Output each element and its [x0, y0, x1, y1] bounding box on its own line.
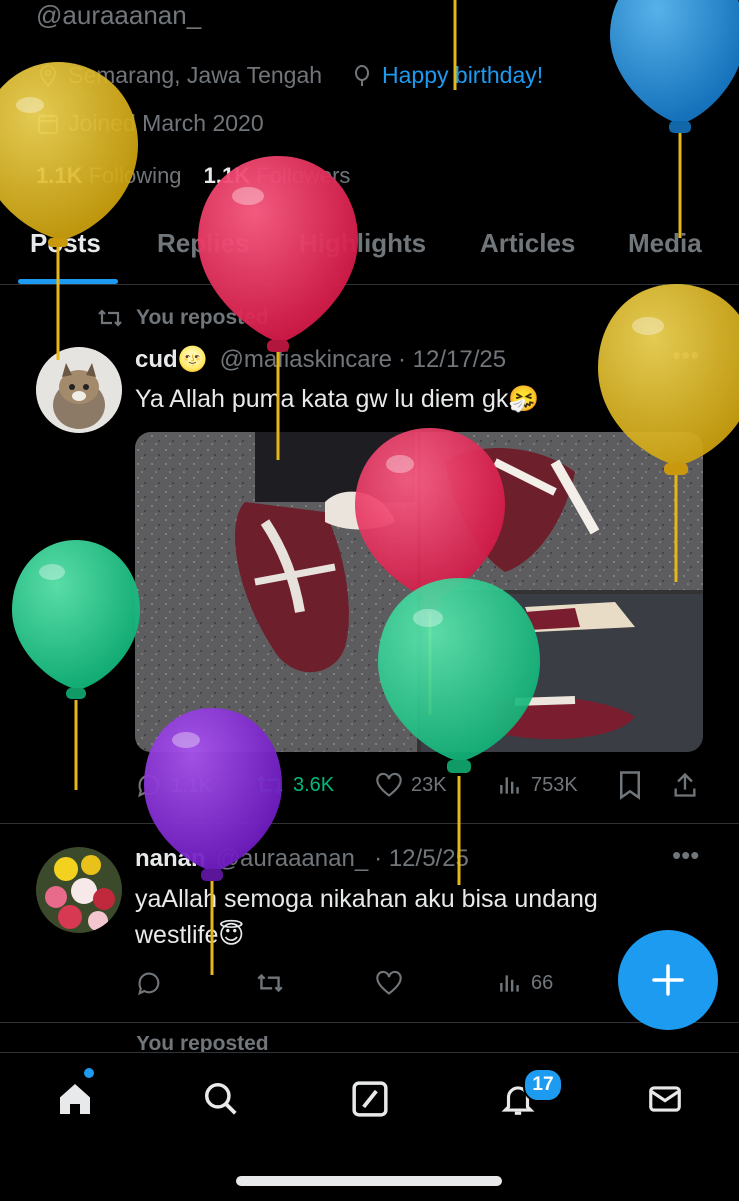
repost-button[interactable]: 3.6K [255, 772, 334, 798]
location-pin-icon [39, 64, 57, 88]
heart-icon [376, 970, 402, 995]
post-divider [0, 1022, 739, 1023]
more-icon[interactable]: ••• [672, 840, 699, 871]
next-post-repost-context: You reposted [96, 1036, 269, 1052]
grok-icon [352, 1081, 388, 1117]
heart-icon [376, 772, 402, 797]
active-tab-indicator [18, 279, 118, 284]
like-button[interactable]: 23K [375, 772, 447, 798]
reply-count: 1.1K [171, 774, 213, 797]
view-count: 753K [531, 773, 578, 796]
tab-articles[interactable]: Articles [480, 228, 575, 259]
nav-grok[interactable] [346, 1075, 394, 1123]
profile-location: Semarang, Jawa Tengah [36, 62, 322, 89]
reply-button[interactable]: 1.1K [135, 772, 212, 800]
avatar[interactable] [36, 847, 122, 933]
reply-icon [138, 774, 160, 798]
followers-link[interactable]: 1.1K Followers [204, 163, 351, 188]
reply-icon [138, 972, 160, 996]
profile-tabs: Posts Replies Highlights Articles Media [0, 220, 739, 285]
share-button[interactable] [671, 770, 699, 800]
post-media[interactable] [135, 432, 703, 752]
follow-stats: 1.1K Following 1.1K Followers [36, 163, 350, 189]
post-date[interactable]: · 12/5/25 [374, 845, 469, 873]
post-text-line-1: yaAllah semoga nikahan aku bisa undang [135, 885, 598, 913]
repost-label: You reposted [136, 306, 269, 329]
profile-handle: @auraaanan_ [36, 0, 202, 30]
more-icon[interactable]: ••• [672, 340, 699, 371]
next-post-repost-label: You reposted [136, 1036, 269, 1052]
mail-icon [649, 1086, 681, 1112]
balloon-icon [355, 64, 370, 86]
tab-posts[interactable]: Posts [30, 228, 101, 259]
reply-button[interactable] [135, 970, 163, 998]
view-count: 66 [531, 971, 554, 994]
post-text: yaAllah semoga nikahan aku bisa undang w… [135, 881, 695, 953]
compose-button[interactable] [618, 930, 718, 1030]
views-button[interactable]: 66 [497, 970, 553, 996]
author-name[interactable]: nanan [135, 845, 206, 873]
post-actions: 1.1K 3.6K 23K 753K [135, 768, 703, 804]
post-header: nanan @auraaanan_ · 12/5/25 [135, 845, 469, 873]
like-button[interactable] [375, 970, 403, 996]
post-date[interactable]: · 12/17/25 [398, 346, 506, 374]
joined-text: Joined March 2020 [68, 110, 264, 136]
views-icon [500, 777, 519, 794]
nav-home[interactable] [51, 1075, 99, 1123]
cat-avatar-image [36, 347, 122, 433]
tab-media[interactable]: Media [628, 228, 702, 259]
nav-messages[interactable] [641, 1075, 689, 1123]
repost-count: 3.6K [293, 773, 335, 796]
repost-icon [257, 775, 283, 795]
plus-icon [652, 964, 684, 996]
profile-birthday[interactable]: Happy birthday! [350, 62, 543, 89]
like-count: 23K [411, 773, 447, 796]
profile-meta-row-1: Semarang, Jawa Tengah Happy birthday! [36, 62, 543, 89]
calendar-icon [38, 113, 58, 134]
following-label: Following [88, 163, 182, 188]
repost-icon [98, 309, 122, 327]
author-name[interactable]: cud🌝 [135, 345, 208, 374]
repost-button[interactable] [255, 970, 285, 996]
shoe-photo-collage [135, 432, 703, 752]
repost-icon [257, 973, 283, 993]
flower-avatar-image [36, 847, 122, 933]
author-handle[interactable]: @mafiaskincare [220, 346, 392, 374]
following-link[interactable]: 1.1K Following [36, 163, 182, 188]
following-count: 1.1K [36, 163, 83, 188]
birthday-link[interactable]: Happy birthday! [382, 62, 543, 89]
home-unread-dot [84, 1068, 94, 1078]
tab-replies[interactable]: Replies [157, 228, 250, 259]
views-icon [500, 975, 519, 992]
balloon-green [12, 540, 140, 790]
post-text: Ya Allah puma kata gw lu diem gk🤧 [135, 385, 540, 413]
post-header: cud🌝 @mafiaskincare · 12/17/25 [135, 345, 506, 374]
search-icon [205, 1083, 237, 1115]
repost-context: You reposted [96, 306, 269, 330]
tab-highlights[interactable]: Highlights [299, 228, 426, 259]
balloon-blue [453, 0, 739, 238]
location-text: Semarang, Jawa Tengah [68, 62, 323, 88]
home-indicator [236, 1176, 502, 1186]
profile-joined: Joined March 2020 [36, 110, 264, 137]
post-divider [0, 823, 739, 824]
followers-count: 1.1K [203, 163, 251, 188]
bookmark-icon [620, 771, 640, 800]
post-text-line-2: westlife😇 [135, 921, 245, 949]
bookmark-button[interactable] [617, 770, 643, 800]
followers-label: Followers [256, 163, 351, 188]
author-handle[interactable]: @auraaanan_ [216, 845, 368, 873]
share-icon [674, 772, 696, 797]
views-button[interactable]: 753K [497, 772, 578, 798]
nav-search[interactable] [197, 1075, 245, 1123]
home-icon [60, 1084, 90, 1114]
notifications-badge: 17 [523, 1068, 563, 1102]
avatar[interactable] [36, 347, 122, 433]
